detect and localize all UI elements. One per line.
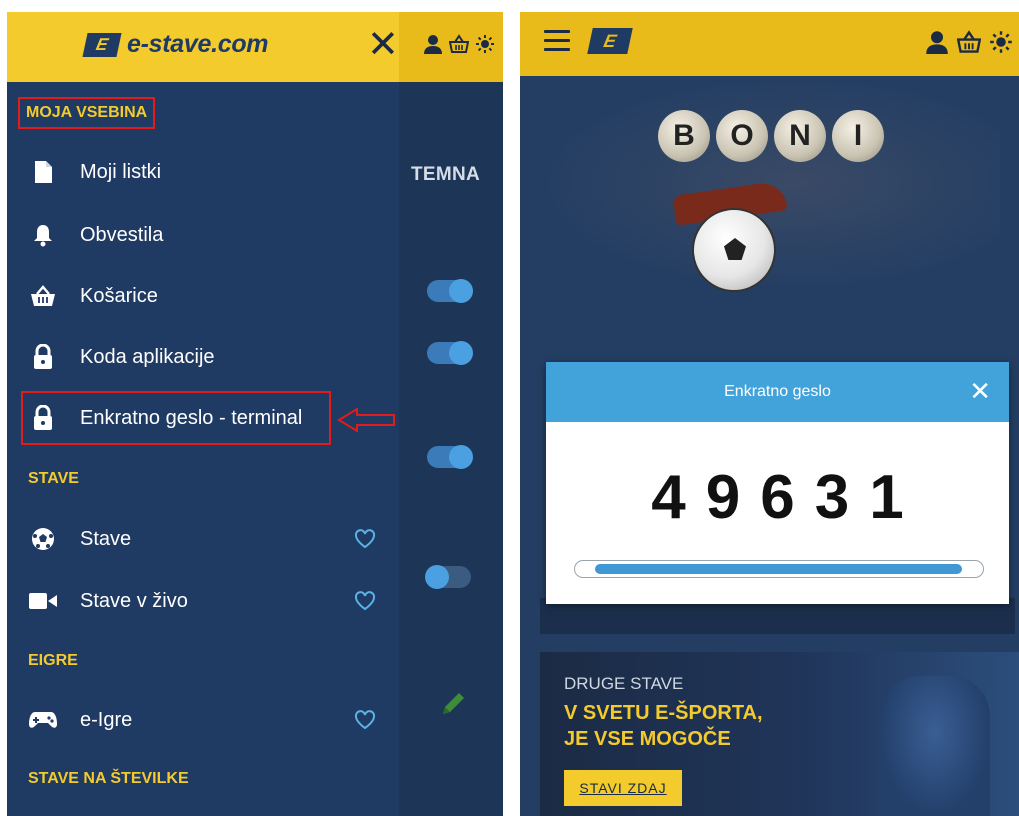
promo-title-line: JE VSE MOGOČE: [564, 728, 731, 750]
bell-icon: [28, 223, 58, 247]
drawer-header: E e-stave.com ✕: [7, 12, 399, 82]
boni-promo-banner[interactable]: B O N I: [540, 76, 1000, 292]
promo-title: V SVETU E-ŠPORTA, JE VSE MOGOČE: [564, 700, 763, 752]
lock-icon: [28, 405, 58, 431]
basket-icon: [28, 285, 58, 307]
document-icon: [28, 160, 58, 184]
section-moja-vsebina: MOJA VSEBINA: [18, 97, 156, 129]
video-camera-icon: [28, 592, 58, 610]
close-icon[interactable]: ✕: [969, 378, 991, 404]
theme-dark-label: TEMNA: [411, 164, 481, 185]
menu-item-koda-aplikacije[interactable]: Koda aplikacije: [28, 335, 388, 379]
brand-mark-icon: E: [82, 32, 122, 57]
menu-item-label: Koda aplikacije: [80, 345, 215, 368]
section-eigre: EIGRE: [28, 652, 78, 669]
menu-item-label: e-Igre: [80, 708, 133, 731]
app-header: E: [520, 12, 1019, 76]
setting-toggle[interactable]: [427, 445, 473, 469]
header-icons: [925, 30, 1013, 54]
background-topbar-icons: [423, 34, 495, 54]
setting-toggle[interactable]: [427, 279, 473, 303]
menu-item-label: Stave v živo: [80, 589, 188, 612]
basket-icon[interactable]: [449, 34, 469, 54]
setting-toggle[interactable]: [425, 565, 471, 589]
menu-item-label: Moji listki: [80, 160, 162, 183]
one-time-code: 49631: [651, 463, 924, 532]
promo-subtitle: DRUGE STAVE: [564, 674, 684, 693]
heart-icon[interactable]: [354, 710, 376, 730]
menu-item-label: Stave: [80, 527, 132, 550]
menu-item-kosarice[interactable]: Košarice: [28, 274, 388, 318]
dialog-title: Enkratno geslo: [724, 383, 831, 400]
brand-logo[interactable]: E e-stave.com: [82, 30, 269, 59]
soccer-ball-icon: [28, 527, 58, 551]
menu-item-obvestila[interactable]: Obvestila: [28, 213, 388, 257]
soccer-ball-image: [692, 208, 776, 292]
esports-promo-card: DRUGE STAVE V SVETU E-ŠPORTA, JE VSE MOG…: [540, 652, 1019, 816]
brightness-icon[interactable]: [989, 30, 1013, 54]
setting-toggle[interactable]: [427, 341, 473, 365]
annotation-arrow-icon: [337, 407, 395, 433]
one-time-password-dialog: Enkratno geslo ✕ 49631: [546, 362, 1009, 604]
letter-ball: I: [832, 110, 884, 162]
user-icon[interactable]: [925, 30, 949, 54]
boni-letter-balls: B O N I: [658, 110, 884, 162]
promo-title-line: V SVETU E-ŠPORTA,: [564, 702, 763, 724]
letter-ball: B: [658, 110, 710, 162]
menu-item-e-igre[interactable]: e-Igre: [28, 698, 388, 742]
section-stave-na-stevilke: STAVE NA ŠTEVILKE: [28, 770, 189, 787]
letter-ball: O: [716, 110, 768, 162]
dialog-header: Enkratno geslo ✕: [546, 362, 1009, 422]
user-icon[interactable]: [423, 34, 443, 54]
menu-item-label: Enkratno geslo - terminal: [80, 406, 303, 429]
background-topbar: [399, 12, 503, 82]
close-icon[interactable]: ✕: [367, 26, 399, 64]
gamepad-icon: [28, 710, 58, 730]
brand-mark-icon[interactable]: E: [587, 28, 633, 54]
pencil-icon[interactable]: [439, 690, 467, 718]
letter-ball: N: [774, 110, 826, 162]
menu-item-enkratno-geslo[interactable]: Enkratno geslo - terminal: [28, 396, 388, 440]
brand-name: e-stave.com: [127, 30, 269, 58]
stavi-zdaj-button[interactable]: STAVI ZDAJ: [564, 770, 682, 806]
code-expiry-progress-bar: [574, 560, 984, 578]
lock-icon: [28, 344, 58, 370]
heart-icon[interactable]: [354, 529, 376, 549]
brightness-icon[interactable]: [475, 34, 495, 54]
background-settings-page: TEMNA: [399, 12, 503, 816]
menu-item-label: Obvestila: [80, 223, 164, 246]
progress-fill: [595, 564, 962, 574]
hamburger-menu-icon[interactable]: [544, 30, 570, 57]
right-phone-screen: E B O N I Enkratno geslo ✕ 49631 DRUGE S…: [520, 12, 1019, 816]
menu-item-stave-v-zivo[interactable]: Stave v živo: [28, 579, 388, 623]
heart-icon[interactable]: [354, 591, 376, 611]
menu-item-stave[interactable]: Stave: [28, 517, 388, 561]
section-stave: STAVE: [28, 470, 79, 487]
menu-item-label: Košarice: [80, 284, 158, 307]
menu-item-moji-listki[interactable]: Moji listki: [28, 150, 388, 194]
basket-icon[interactable]: [957, 30, 981, 54]
left-phone-screen: TEMNA E e-stave.com ✕ MOJA VSEBINA Moji …: [7, 12, 503, 816]
esports-player-image: [880, 676, 990, 816]
